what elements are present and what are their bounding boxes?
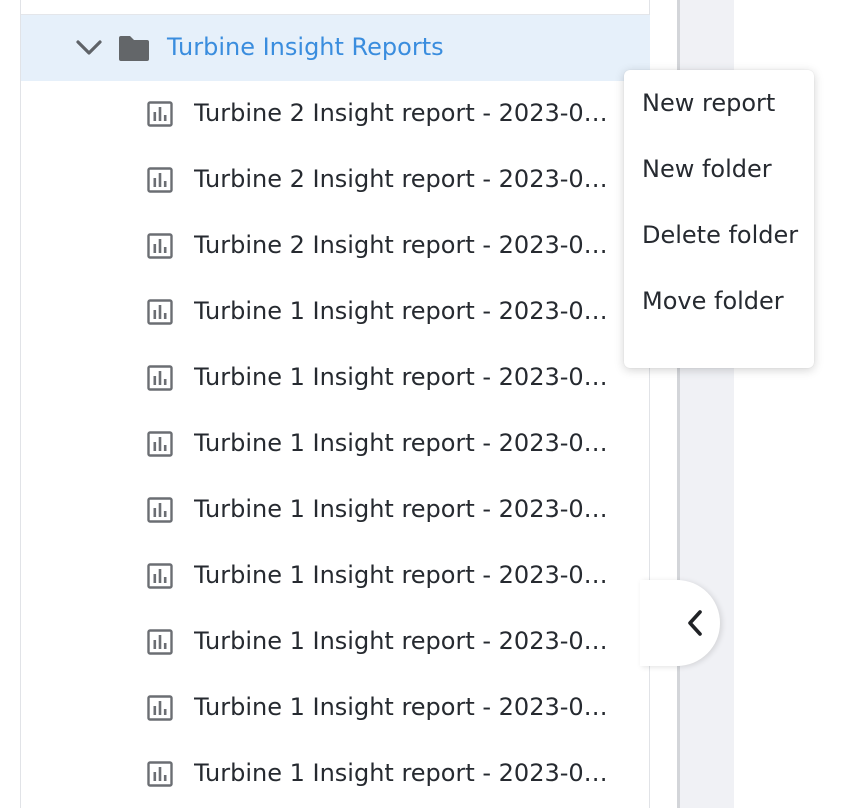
chevron-left-icon[interactable] (684, 608, 706, 638)
report-row[interactable]: Turbine 1 Insight report - 2023-04… (21, 609, 650, 675)
report-label: Turbine 2 Insight report - 2023-04… (194, 99, 622, 127)
bar-chart-report-icon (147, 365, 173, 391)
report-label: Turbine 1 Insight report - 2023-04… (194, 693, 622, 721)
collapse-tab-mask (640, 580, 680, 666)
bar-chart-report-icon (147, 233, 173, 259)
folder-row-turbine-insight-reports[interactable]: Turbine Insight Reports (21, 15, 650, 81)
report-label: Turbine 1 Insight report - 2023-04… (194, 495, 622, 523)
report-browser: Turbine Insight Reports Turbine 2 Insigh… (0, 0, 862, 808)
report-label: Turbine 1 Insight report - 2023-04… (194, 363, 622, 391)
report-label: Turbine 1 Insight report - 2023-04… (194, 297, 622, 325)
report-label: Turbine 1 Insight report - 2023-04… (194, 627, 622, 655)
report-row[interactable]: Turbine 1 Insight report - 2023-04… (21, 675, 650, 741)
report-row[interactable]: Turbine 2 Insight report - 2023-04… (21, 147, 650, 213)
report-tree-panel: Turbine Insight Reports Turbine 2 Insigh… (20, 0, 650, 808)
report-row[interactable]: Turbine 1 Insight report - 2023-04… (21, 279, 650, 345)
bar-chart-report-icon (147, 167, 173, 193)
folder-label: Turbine Insight Reports (167, 33, 444, 61)
menu-item-new-report[interactable]: New report (624, 87, 814, 153)
menu-item-delete-folder[interactable]: Delete folder (624, 219, 814, 285)
bar-chart-report-icon (147, 299, 173, 325)
bar-chart-report-icon (147, 101, 173, 127)
report-row[interactable]: Turbine 1 Insight report - 2023-04… (21, 543, 650, 609)
report-row[interactable]: Turbine 1 Insight report - 2023-04… (21, 345, 650, 411)
report-row[interactable]: Turbine 1 Insight report - 2023-04… (21, 741, 650, 807)
report-label: Turbine 2 Insight report - 2023-04… (194, 231, 622, 259)
report-list: Turbine 2 Insight report - 2023-04… Turb… (21, 81, 650, 807)
report-label: Turbine 1 Insight report - 2023-04… (194, 561, 622, 589)
folder-icon (117, 34, 151, 62)
bar-chart-report-icon (147, 431, 173, 457)
chevron-down-icon[interactable] (75, 36, 103, 60)
report-label: Turbine 1 Insight report - 2023-04… (194, 429, 622, 457)
report-label: Turbine 2 Insight report - 2023-04… (194, 165, 622, 193)
bar-chart-report-icon (147, 497, 173, 523)
bar-chart-report-icon (147, 629, 173, 655)
report-label: Turbine 1 Insight report - 2023-04… (194, 759, 622, 787)
context-menu: New report New folder Delete folder Move… (624, 70, 814, 368)
report-row[interactable]: Turbine 2 Insight report - 2023-04… (21, 81, 650, 147)
bar-chart-report-icon (147, 563, 173, 589)
bar-chart-report-icon (147, 761, 173, 787)
bar-chart-report-icon (147, 695, 173, 721)
menu-item-new-folder[interactable]: New folder (624, 153, 814, 219)
report-row[interactable]: Turbine 2 Insight report - 2023-04… (21, 213, 650, 279)
report-row[interactable]: Turbine 1 Insight report - 2023-04… (21, 411, 650, 477)
menu-item-move-folder[interactable]: Move folder (624, 285, 814, 351)
report-row[interactable]: Turbine 1 Insight report - 2023-04… (21, 477, 650, 543)
